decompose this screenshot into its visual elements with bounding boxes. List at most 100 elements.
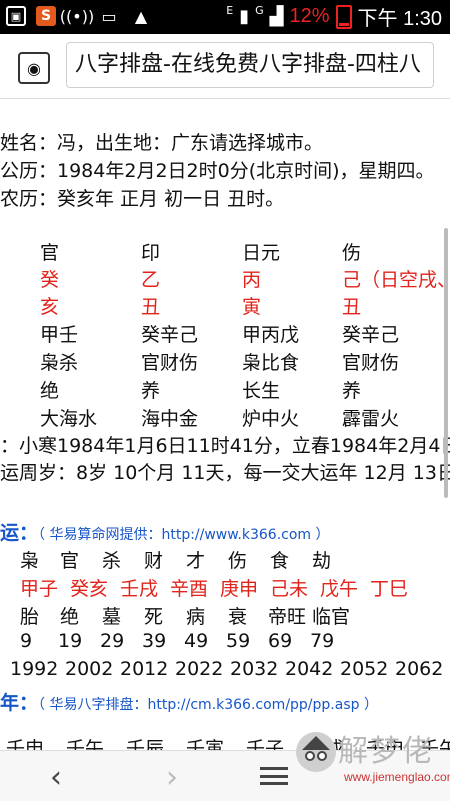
- qiyun-line: 运周岁：8岁 10个月 11天，每一交大运年 12月 13日: [0, 462, 450, 484]
- dayun-source-link[interactable]: （ 华易算命网提供：http://www.k366.com ）: [38, 527, 329, 543]
- dayun-god: 劫: [312, 550, 332, 572]
- liunian-heading: 年：（ 华易八字排盘：http://cm.k366.com/pp/pp.asp …: [0, 688, 378, 715]
- dayun-age: 69: [268, 630, 293, 652]
- pillar-hour-stage: 养: [342, 380, 362, 402]
- pillar-month-nayin: 海中金: [141, 408, 199, 430]
- message-icon: ▭: [101, 6, 117, 26]
- dayun-year: 2042: [285, 658, 334, 680]
- pillar-hour-hidden-gods: 官财伤: [342, 352, 400, 374]
- pillar-year-nayin: 大海水: [40, 408, 98, 430]
- url-field[interactable]: 八字排盘-在线免费八字排盘-四柱八: [66, 42, 434, 88]
- dayun-year: 2032: [230, 658, 279, 680]
- pillar-year-stage: 绝: [40, 380, 60, 402]
- dayun-ganzhi: 壬戌: [120, 578, 159, 600]
- pillar-year-branch: 亥: [40, 296, 60, 318]
- back-button[interactable]: ‹: [36, 757, 76, 797]
- pillar-day-hidden-gods: 枭比食: [242, 352, 300, 374]
- dayun-age: 39: [142, 630, 167, 652]
- dayun-stage: 帝旺: [268, 606, 307, 628]
- network-type-e: E: [226, 4, 234, 17]
- warning-icon: ▲: [134, 6, 148, 26]
- dayun-age: 9: [20, 630, 33, 652]
- dayun-god: 财: [144, 550, 164, 572]
- dayun-stage: 衰: [228, 606, 248, 628]
- signal-icon: ▮: [239, 6, 250, 27]
- liunian-ganzhi: 壬午: [66, 738, 105, 750]
- solar-date-line: 公历：1984年2月2日2时0分(北京时间)，星期四。: [0, 160, 435, 182]
- pillar-month-stage: 养: [141, 380, 161, 402]
- dayun-ganzhi: 庚申: [220, 578, 259, 600]
- status-bar: ▣ S ((•)) ▭ ▲ E ▮ G ▟ 12% 下午 1:30: [0, 0, 450, 34]
- dayun-stage: 胎: [20, 606, 40, 628]
- liunian-title: 年：: [0, 692, 39, 714]
- dayun-age: 19: [58, 630, 83, 652]
- pillar-day-hidden: 甲丙戊: [242, 324, 300, 346]
- liunian-ganzhi: 壬辰: [126, 738, 165, 750]
- dayun-age: 29: [100, 630, 125, 652]
- menu-icon[interactable]: [260, 767, 288, 785]
- battery-icon: [335, 4, 352, 29]
- pillar-month-stem: 乙: [141, 269, 161, 291]
- pillar-hour-nayin: 霹雷火: [342, 408, 400, 430]
- pillar-month-hidden-gods: 官财伤: [141, 352, 199, 374]
- pillar-hour-branch: 丑: [342, 296, 362, 318]
- forward-button[interactable]: ›: [152, 757, 192, 797]
- status-icons-right: E ▮ G ▟ 12% 下午 1:30: [226, 2, 442, 31]
- dayun-god: 杀: [102, 550, 122, 572]
- chevron-right-icon: ›: [166, 759, 178, 795]
- pillar-month-hidden: 癸辛己: [141, 324, 199, 346]
- pillar-day-stem: 丙: [242, 269, 262, 291]
- dayun-age: 79: [310, 630, 335, 652]
- address-bar: ◉ 八字排盘-在线免费八字排盘-四柱八: [0, 34, 450, 99]
- dayun-title: 运：: [0, 522, 39, 544]
- site-globe-icon[interactable]: ◉: [18, 52, 50, 84]
- dayun-stage: 墓: [102, 606, 122, 628]
- pillar-year-hidden-gods: 枭杀: [40, 352, 79, 374]
- dayun-year: 2062: [395, 658, 444, 680]
- page-content: 姓名：冯，出生地：广东请选择城市。 公历：1984年2月2日2时0分(北京时间)…: [0, 98, 450, 750]
- dayun-stage: 病: [186, 606, 206, 628]
- jieqi-line: ：小寒1984年1月6日11时41分，立春1984年2月4日: [0, 435, 450, 457]
- liunian-ganzhi: 壬寅: [186, 738, 225, 750]
- dayun-ganzhi: 辛酉: [170, 578, 209, 600]
- liunian-source-link[interactable]: （ 华易八字排盘：http://cm.k366.com/pp/pp.asp ）: [38, 697, 378, 713]
- watermark-text: 解梦佬: [338, 734, 434, 769]
- dayun-god: 食: [270, 550, 290, 572]
- signal-icon-2: ▟: [269, 6, 284, 27]
- watermark-url: www.jiemenglao.com: [344, 770, 450, 784]
- dayun-god: 伤: [228, 550, 248, 572]
- dayun-ganzhi: 癸亥: [70, 578, 109, 600]
- lunar-date-line: 农历：癸亥年 正月 初一日 丑时。: [0, 188, 285, 210]
- wifi-hotspot-icon: ((•)): [59, 6, 95, 26]
- dayun-ganzhi: 戊午: [320, 578, 359, 600]
- dayun-god: 才: [186, 550, 206, 572]
- dayun-stage: 死: [144, 606, 164, 628]
- pillar-day-nayin: 炉中火: [242, 408, 300, 430]
- liunian-ganzhi: 壬子: [246, 738, 285, 750]
- pillar-day-branch: 寅: [242, 296, 262, 318]
- pillar-year-hidden: 甲壬: [40, 324, 79, 346]
- dayun-year: 2052: [340, 658, 389, 680]
- pillar-day-god: 日元: [242, 242, 281, 264]
- pillar-hour-god: 伤: [342, 242, 362, 264]
- clock: 下午 1:30: [357, 8, 442, 30]
- scrollbar[interactable]: [444, 228, 448, 498]
- dayun-ganzhi: 甲子: [20, 578, 59, 600]
- pillar-year-stem: 癸: [40, 269, 60, 291]
- pillar-hour-stem: 己（日空戌、: [342, 269, 450, 291]
- dayun-age: 59: [226, 630, 251, 652]
- pillar-day-stage: 长生: [242, 380, 281, 402]
- watermark-logo-icon: [296, 732, 336, 772]
- dayun-year: 1992: [10, 658, 59, 680]
- photo-icon: ▣: [6, 6, 26, 26]
- dayun-ganzhi: 己未: [270, 578, 309, 600]
- pillar-hour-hidden: 癸辛己: [342, 324, 400, 346]
- dayun-stage: 临官: [312, 606, 351, 628]
- dayun-stage: 绝: [60, 606, 80, 628]
- battery-percent: 12%: [289, 5, 330, 27]
- liunian-ganzhi: 壬申: [6, 738, 45, 750]
- status-icons-left: ▣ S ((•)) ▭ ▲: [6, 5, 152, 27]
- chevron-left-icon: ‹: [50, 759, 62, 795]
- dayun-ganzhi: 丁巳: [370, 578, 409, 600]
- dayun-god: 官: [60, 550, 80, 572]
